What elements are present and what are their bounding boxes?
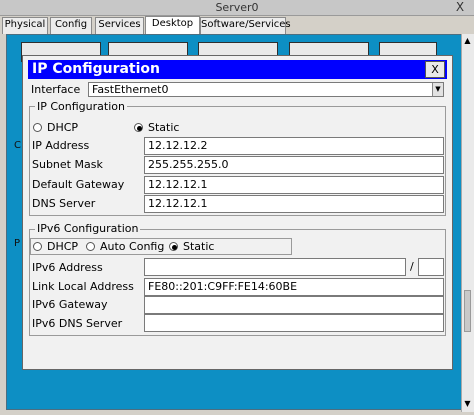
- ipv6-auto-config-radio[interactable]: [86, 242, 95, 251]
- default-gateway-label: Default Gateway: [32, 178, 125, 191]
- tab-bar: Physical Config Services Desktop Softwar…: [0, 16, 474, 35]
- ipv6-address-label: IPv6 Address: [32, 261, 103, 274]
- scroll-down-icon[interactable]: ▼: [462, 398, 473, 409]
- ipv6-static-radio[interactable]: [169, 242, 178, 251]
- link-local-address-label: Link Local Address: [32, 280, 134, 293]
- subnet-mask-input[interactable]: 255.255.255.0: [144, 156, 444, 174]
- desktop-stray-label: C: [14, 140, 21, 151]
- ipv6-prefix-separator: /: [410, 260, 414, 273]
- ipv4-static-radio[interactable]: [134, 123, 143, 132]
- dialog-title: IP Configuration: [32, 61, 160, 77]
- ipv6-address-input[interactable]: [144, 258, 406, 276]
- scroll-thumb[interactable]: [464, 290, 471, 332]
- tab-physical[interactable]: Physical: [2, 17, 48, 34]
- desktop-stray-label: P: [14, 238, 21, 249]
- tab-config[interactable]: Config: [50, 17, 92, 34]
- ipv6-dhcp-radio[interactable]: [33, 242, 42, 251]
- subnet-mask-label: Subnet Mask: [32, 158, 103, 171]
- tab-software-services[interactable]: Software/Services: [200, 17, 291, 34]
- ipv6-dhcp-label: DHCP: [47, 240, 79, 253]
- ipv6-dns-server-label: IPv6 DNS Server: [32, 317, 123, 330]
- ipv6-auto-config-label: Auto Config: [100, 240, 165, 253]
- window-close-button[interactable]: X: [449, 0, 471, 15]
- ipv6-gateway-input[interactable]: [144, 296, 444, 314]
- ipv6-gateway-label: IPv6 Gateway: [32, 298, 108, 311]
- scroll-up-icon[interactable]: ▲: [462, 35, 473, 46]
- default-gateway-input[interactable]: 12.12.12.1: [144, 176, 444, 194]
- ipv4-dhcp-radio[interactable]: [33, 123, 42, 132]
- ipv6-group-title: IPv6 Configuration: [35, 222, 141, 235]
- dns-server-input[interactable]: 12.12.12.1: [144, 195, 444, 213]
- vertical-scrollbar[interactable]: [461, 34, 474, 412]
- ipv4-group-title: IP Configuration: [35, 100, 127, 113]
- ipv4-dhcp-label: DHCP: [47, 121, 79, 134]
- tab-desktop[interactable]: Desktop: [145, 16, 200, 35]
- ipv6-prefix-input[interactable]: [418, 258, 444, 276]
- ipv6-dns-server-input[interactable]: [144, 314, 444, 332]
- ip-address-label: IP Address: [32, 139, 90, 152]
- ipv4-static-label: Static: [148, 121, 180, 134]
- ip-address-input[interactable]: 12.12.12.2: [144, 137, 444, 155]
- link-local-address-input[interactable]: FE80::201:C9FF:FE14:60BE: [144, 278, 444, 296]
- dialog-close-button[interactable]: X: [425, 61, 445, 78]
- chevron-down-icon[interactable]: ▼: [432, 83, 443, 96]
- dns-server-label: DNS Server: [32, 197, 96, 210]
- window-title: Server0: [215, 1, 259, 14]
- tab-services[interactable]: Services: [95, 17, 144, 34]
- interface-label: Interface: [31, 83, 81, 96]
- ipv6-static-label: Static: [183, 240, 215, 253]
- interface-select[interactable]: FastEthernet0: [88, 82, 444, 97]
